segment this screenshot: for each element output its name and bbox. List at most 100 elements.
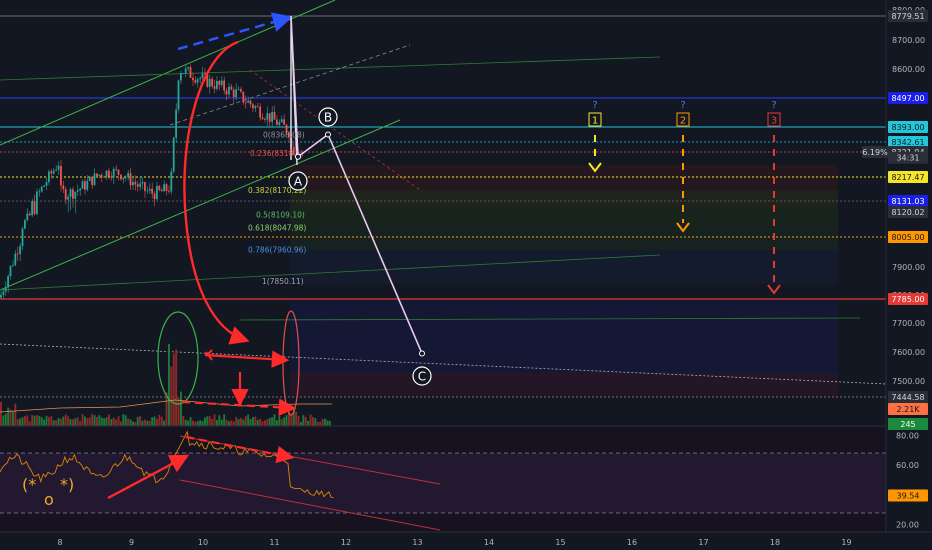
candle-body: [244, 102, 247, 104]
volume-bar: [268, 418, 271, 426]
volume-bar: [247, 414, 250, 426]
volume-bar: [122, 414, 125, 426]
volume-bar: [328, 420, 331, 426]
candle-body: [26, 213, 29, 221]
candle-body: [50, 171, 53, 174]
oscillator-tick-label: 80.00: [896, 431, 919, 440]
candle-body: [52, 170, 55, 174]
price-label: 8131.03: [888, 195, 928, 207]
volume-bar: [170, 366, 173, 426]
volume-bar: [225, 419, 228, 426]
volume-bar: [132, 421, 134, 426]
volume-bar: [206, 416, 209, 426]
candle-body: [201, 73, 204, 79]
volume-bar: [163, 420, 166, 426]
candle-body: [57, 165, 60, 170]
volume-bar: [60, 418, 62, 426]
candle-body: [64, 189, 67, 200]
scenario-label: 2: [680, 116, 686, 127]
volume-bar: [72, 419, 74, 426]
chart-canvas[interactable]: 0(8368.08)0.236(8318.5)0.382(8170.22)0.5…: [0, 0, 932, 550]
volume-bar: [208, 416, 211, 426]
candle-body: [122, 177, 125, 180]
volume-bar: [69, 419, 72, 426]
volume-bar: [326, 420, 329, 426]
price-label: 8217.47: [888, 171, 928, 183]
volume-bar: [134, 421, 137, 426]
candle-body: [38, 191, 41, 193]
candle-body: [33, 201, 36, 215]
candle-body: [156, 186, 158, 200]
volume-bar: [177, 397, 180, 426]
price-label-text: 8497.00: [891, 94, 924, 103]
volume-bar: [276, 420, 278, 426]
candle-body: [16, 253, 19, 255]
volume-bar: [38, 415, 41, 426]
volume-bar: [182, 415, 185, 426]
candle-body: [276, 119, 278, 125]
candle-body: [127, 173, 129, 178]
volume-bar: [81, 414, 84, 426]
volume-bar: [141, 420, 144, 426]
volume-bar: [84, 416, 86, 426]
price-axis[interactable]: 8800.008700.008600.007900.007800.007700.…: [885, 0, 932, 550]
volume-bar: [314, 418, 317, 426]
candle-body: [158, 186, 161, 190]
volume-bar: [307, 420, 310, 426]
candle-body: [21, 228, 24, 247]
price-tick-label: 8600.00: [892, 65, 925, 74]
candle-body: [67, 196, 69, 200]
time-tick-label: 14: [484, 538, 494, 547]
candle-body: [60, 165, 62, 186]
volume-bar: [249, 418, 252, 426]
price-tick-label: 7500.00: [892, 377, 925, 386]
volume-bar: [26, 415, 29, 426]
volume-bar: [127, 418, 130, 426]
volume-bar: [213, 414, 216, 426]
volume-bar: [184, 420, 187, 426]
volume-bar: [79, 421, 82, 426]
candle-body: [55, 169, 57, 171]
volume-bar: [254, 416, 257, 426]
volume-bar: [232, 421, 235, 426]
volume-bar: [67, 416, 70, 426]
candle-body: [2, 291, 5, 295]
candle-body: [163, 184, 165, 192]
volume-bar: [259, 418, 262, 426]
candle-body: [232, 89, 235, 98]
volume-bar: [228, 421, 230, 426]
price-label: 8393.00: [888, 121, 928, 133]
scenario-label: 1: [592, 116, 598, 127]
candle-body: [24, 220, 26, 229]
candle-body: [84, 181, 86, 190]
price-label: 7785.00: [888, 293, 928, 305]
price-label: 34:31: [888, 151, 928, 164]
volume-bar: [271, 417, 274, 426]
candle-body: [230, 86, 233, 90]
price-label-text: 8005.00: [891, 233, 924, 242]
volume-bar: [280, 419, 283, 426]
candle-body: [117, 169, 120, 175]
volume-bar: [189, 417, 192, 426]
price-label: 7444.58: [888, 391, 928, 403]
volume-bar: [273, 414, 276, 426]
candle-body: [129, 173, 132, 186]
candle-body: [220, 80, 223, 85]
volume-bar: [196, 421, 199, 426]
volume-bar: [156, 418, 158, 426]
candle-body: [79, 188, 81, 191]
candle-body: [141, 182, 144, 184]
volume-bar: [48, 416, 50, 426]
candle-body: [12, 265, 14, 266]
candle-body: [184, 68, 187, 74]
candle-body: [235, 89, 237, 98]
volume-bar: [261, 421, 264, 426]
time-axis[interactable]: 8 9 10 11 12 13 14 15 16 17 18 19: [0, 531, 932, 550]
candle-body: [9, 265, 12, 277]
candle-body: [76, 190, 79, 192]
scenario-label: 3: [771, 116, 777, 127]
volume-bar: [139, 416, 142, 426]
candle-body: [271, 112, 273, 122]
wave-label: C: [418, 370, 426, 384]
volume-bar: [264, 420, 266, 426]
